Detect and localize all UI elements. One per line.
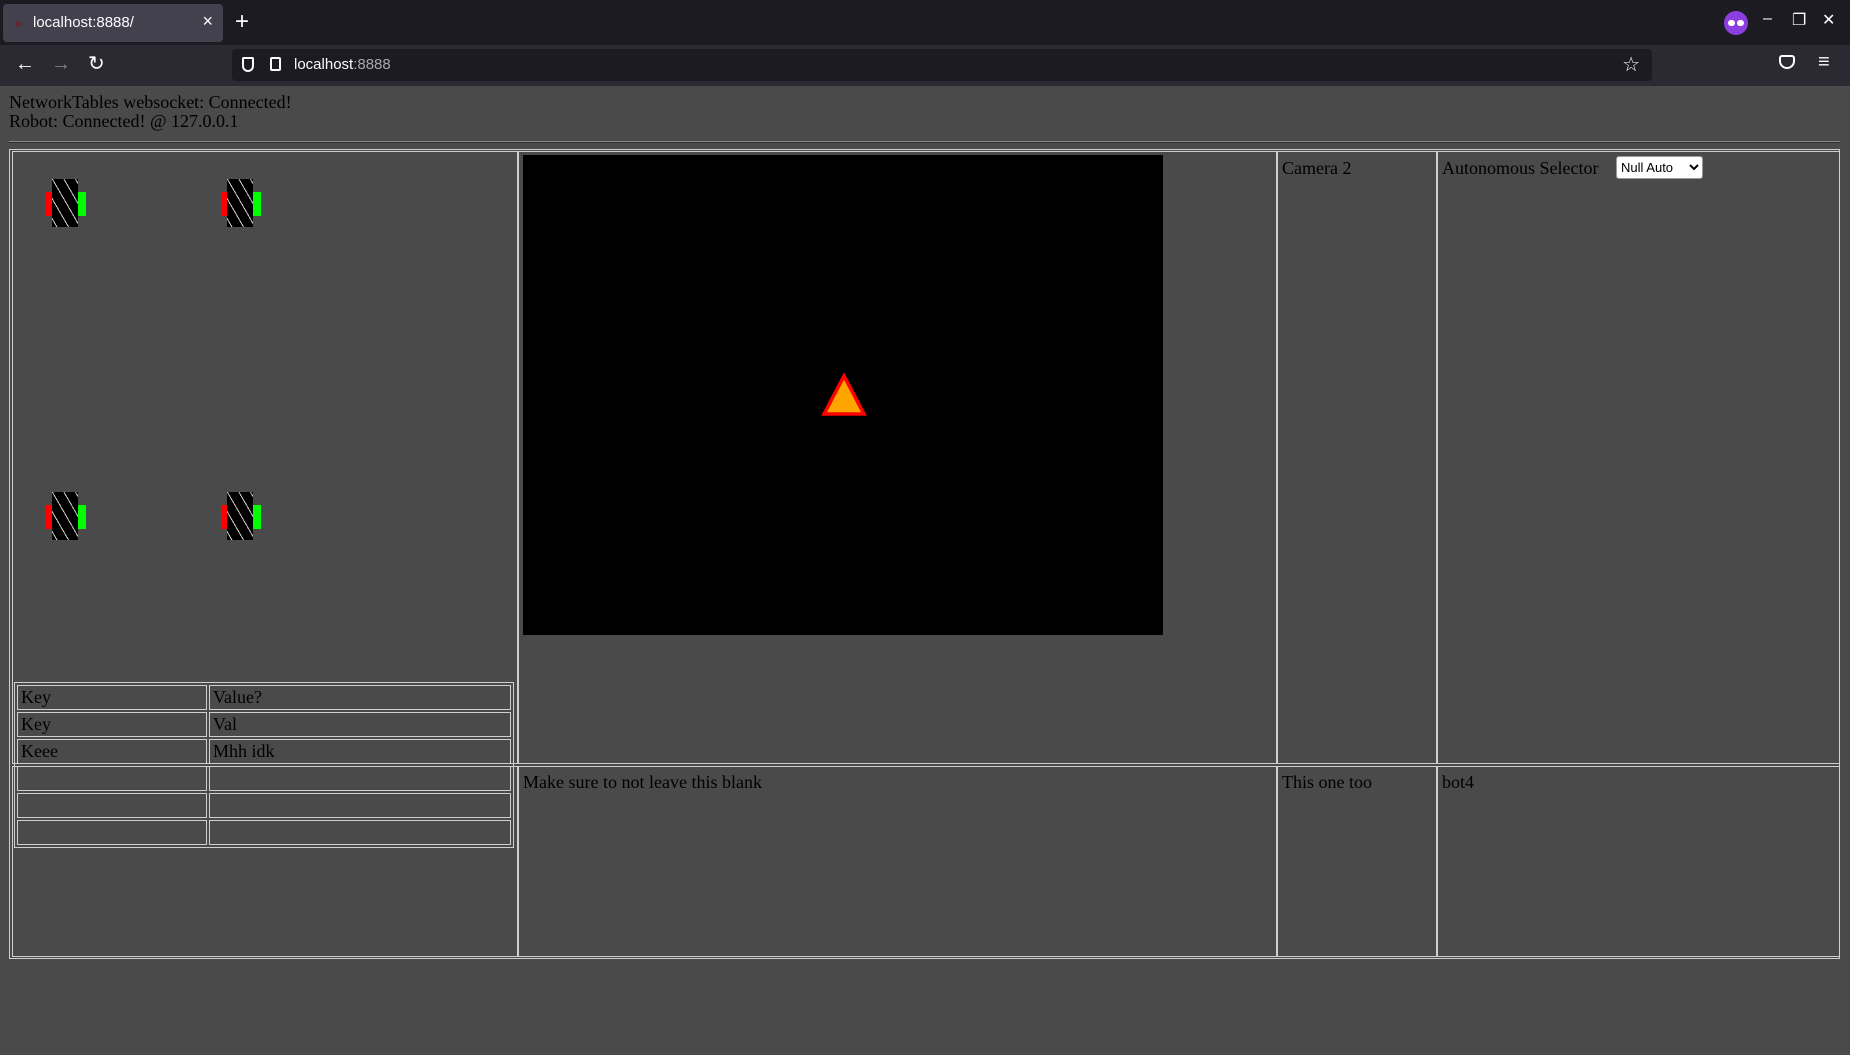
camera2-label: Camera 2 [1282,158,1352,178]
table-row [17,766,511,791]
url-bar[interactable]: localhost:8888 ☆ [232,49,1652,81]
url-port: :8888 [353,56,391,73]
close-window-button[interactable]: ✕ [1822,10,1835,30]
pocket-icon[interactable] [1779,55,1795,69]
favicon-icon [15,21,21,27]
camera2-cell: Camera 2 [1277,151,1437,764]
shield-icon[interactable] [242,57,254,72]
table-header-key: Key [17,685,207,710]
tab-close-icon[interactable]: × [202,11,213,32]
page-info-icon[interactable] [270,57,281,71]
table-cell-key [17,820,207,845]
swerve-module-front-left [44,179,88,227]
note-cell: Make sure to not leave this blank [518,766,1277,957]
camera2-bottom-cell: This one too [1277,766,1437,957]
table-cell-key: Key [17,712,207,737]
networktables-table: Key Value? Key Val Keee Mhh idk [14,682,514,848]
table-header-row: Key Value? [17,685,511,710]
note-text: Make sure to not leave this blank [523,772,762,792]
table-header-value: Value? [209,685,511,710]
restore-button[interactable]: ❐ [1792,10,1806,30]
robot-position-marker-icon [821,373,867,416]
forward-button[interactable]: → [51,52,71,76]
hamburger-menu-icon[interactable]: ≡ [1818,51,1830,74]
url-text[interactable]: localhost:8888 [294,56,391,73]
tab-title: localhost:8888/ [33,14,134,31]
table-cell-value [209,793,511,818]
table-cell-value [209,820,511,845]
table-cell-key [17,793,207,818]
swerve-module-back-left [44,492,88,540]
autonomous-selector-label: Autonomous Selector [1442,158,1599,178]
table-cell-key: Keee [17,739,207,764]
robot-status: Robot: Connected! @ 127.0.0.1 [9,111,239,131]
table-row [17,820,511,845]
navigation-bar: ← → ↻ localhost:8888 ☆ ≡ [0,45,1850,87]
reload-button[interactable]: ↻ [88,52,105,76]
connection-status: NetworkTables websocket: Connected! Robo… [9,93,292,131]
swerve-cell [12,151,518,764]
autonomous-selector-dropdown[interactable]: Null Auto [1616,156,1703,179]
back-button[interactable]: ← [15,52,35,76]
table-cell-value [209,766,511,791]
autonomous-cell: Autonomous Selector [1437,151,1840,764]
divider [9,141,1840,143]
new-tab-button[interactable]: + [235,8,249,36]
dashboard-page: NetworkTables websocket: Connected! Robo… [0,86,1850,1055]
swerve-module-front-right [219,179,263,227]
private-browsing-icon [1724,11,1748,35]
tab-bar: localhost:8888/ × + – ❐ ✕ [0,0,1850,45]
tab-localhost[interactable]: localhost:8888/ × [3,4,223,42]
table-row [17,793,511,818]
bot-cell: bot4 [1437,766,1840,957]
bookmark-star-icon[interactable]: ☆ [1622,52,1640,77]
camera2-bottom-text: This one too [1282,772,1372,792]
url-host: localhost [294,56,354,73]
table-row: Key Val [17,712,511,737]
table-cell-value: Mhh idk [209,739,511,764]
minimize-button[interactable]: – [1763,10,1772,28]
networktables-status: NetworkTables websocket: Connected! [9,92,292,112]
bot-text: bot4 [1442,772,1475,792]
table-cell-key [17,766,207,791]
table-cell-value: Val [209,712,511,737]
table-row: Keee Mhh idk [17,739,511,764]
swerve-module-back-right [219,492,263,540]
camera1-feed [523,155,1163,635]
